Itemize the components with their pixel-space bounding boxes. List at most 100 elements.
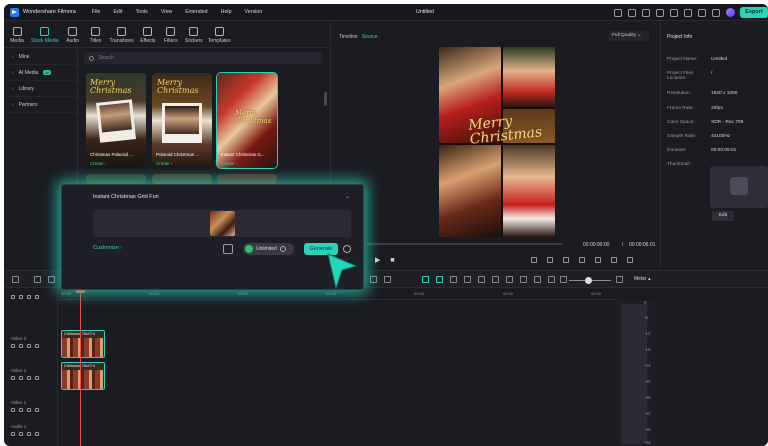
tab-stock-media[interactable]: Stock Media (31, 27, 59, 47)
undo-icon[interactable] (48, 276, 55, 283)
menu-edit[interactable]: Edit (113, 9, 122, 15)
fullscreen-icon[interactable] (627, 257, 633, 263)
settings-icon[interactable] (712, 8, 720, 17)
uploaded-photo[interactable] (210, 211, 235, 236)
create-link[interactable]: Create › (221, 161, 237, 166)
lock-icon[interactable] (19, 344, 23, 348)
menu-help[interactable]: Help (221, 9, 232, 15)
link-icon[interactable] (384, 276, 391, 283)
video-clip[interactable]: Christmas Grid Fu (61, 330, 105, 358)
snapshot-icon[interactable] (595, 257, 601, 263)
zoom-slider-knob[interactable] (585, 277, 592, 284)
feedback-icon[interactable] (628, 8, 636, 17)
tab-stickers[interactable]: Stickers (185, 27, 203, 47)
stop-icon[interactable]: ■ (390, 257, 394, 264)
play-icon[interactable]: ▶ (375, 257, 380, 264)
eye-icon[interactable] (35, 408, 39, 412)
export-button[interactable]: Export (740, 7, 768, 18)
microphone-icon[interactable] (506, 276, 513, 283)
replace-media-icon[interactable] (223, 244, 233, 254)
menu-tools[interactable]: Tools (135, 9, 147, 15)
menu-version[interactable]: Version (245, 9, 263, 15)
folder-icon[interactable] (11, 376, 15, 380)
cloud-sync-icon[interactable] (684, 8, 692, 17)
template-card-selected[interactable]: Merry Christmas Instant Christmas G... C… (216, 72, 278, 169)
zoom-out-icon[interactable] (560, 276, 567, 283)
tab-media[interactable]: Media (8, 27, 26, 47)
tab-timeline[interactable]: Timeline (339, 34, 358, 40)
playhead[interactable] (80, 291, 81, 446)
cloud-icon[interactable] (614, 8, 622, 17)
chevron-down-icon[interactable]: ⌄ (345, 193, 350, 200)
image-icon[interactable] (534, 276, 541, 283)
sidebar-item-ai-media[interactable]: › AI Media AI (4, 65, 77, 81)
split-audio-icon[interactable] (370, 276, 377, 283)
create-link[interactable]: Create › (156, 161, 172, 166)
prev-frame-icon[interactable] (531, 257, 537, 263)
next-frame-icon[interactable] (547, 257, 553, 263)
create-link[interactable]: Create › (90, 161, 106, 166)
template-card[interactable] (86, 174, 146, 184)
folder-icon[interactable] (11, 344, 15, 348)
voiceover-icon[interactable] (520, 276, 527, 283)
save-icon[interactable] (642, 8, 650, 17)
sidebar-item-mine[interactable]: › Mine (4, 49, 77, 65)
video-clip[interactable]: Christmas Grid Fu (61, 362, 105, 390)
media-scrollbar[interactable] (324, 92, 327, 106)
eye-icon[interactable] (35, 376, 39, 380)
preview-progress-bar[interactable] (367, 243, 562, 245)
lock-icon[interactable] (19, 432, 23, 436)
display-icon[interactable] (563, 257, 569, 263)
ripple-icon[interactable] (450, 276, 457, 283)
snap-icon[interactable] (436, 276, 443, 283)
lock-icon[interactable] (19, 376, 23, 380)
zoom-icon[interactable] (579, 257, 585, 263)
monitor-icon[interactable] (670, 8, 678, 17)
edit-thumbnail-button[interactable]: Edit (712, 211, 734, 221)
popup-media-area[interactable] (93, 210, 351, 237)
tab-effects[interactable]: Effects (139, 27, 157, 47)
eye-icon[interactable] (35, 432, 39, 436)
mute-icon[interactable] (27, 344, 31, 348)
tab-audio[interactable]: Audio (64, 27, 82, 47)
tab-source[interactable]: Source (362, 34, 378, 40)
zoom-in-icon[interactable] (616, 276, 623, 283)
mute-icon[interactable] (27, 432, 31, 436)
subtitle-icon[interactable] (548, 276, 555, 283)
add-track-icon[interactable] (11, 295, 15, 299)
tab-templates[interactable]: Templates (208, 27, 231, 47)
menu-file[interactable]: File (92, 9, 101, 15)
link-icon[interactable] (27, 295, 31, 299)
layout-icon[interactable] (12, 276, 19, 283)
layout-icon[interactable] (656, 8, 664, 17)
folder-icon[interactable] (11, 432, 15, 436)
template-card[interactable] (152, 174, 212, 184)
shield-icon[interactable] (492, 276, 499, 283)
meter-toggle[interactable]: Meter ▴ (634, 276, 651, 282)
help-icon[interactable] (279, 246, 286, 252)
template-card[interactable]: Merry Christmas Polaroid Christmas ... C… (152, 73, 212, 168)
render-icon[interactable] (464, 276, 471, 283)
select-icon[interactable] (34, 276, 41, 283)
customize-link[interactable]: Customize › (93, 245, 122, 251)
avatar[interactable] (726, 8, 735, 17)
ai-generate-icon[interactable] (422, 276, 429, 283)
lock-icon[interactable] (35, 295, 39, 299)
search-input[interactable]: Search (84, 52, 322, 64)
template-card[interactable] (217, 174, 277, 184)
template-card[interactable]: Merry Christmas Christmas Polaroid ... C… (86, 73, 146, 168)
magnet-icon[interactable] (19, 295, 23, 299)
mark-icon[interactable] (478, 276, 485, 283)
eye-icon[interactable] (35, 344, 39, 348)
download-icon[interactable] (698, 8, 706, 17)
tab-titles[interactable]: Titles (87, 27, 105, 47)
quality-dropdown[interactable]: Full Quality ⌄ (609, 31, 649, 41)
tab-transitions[interactable]: Transitions (110, 27, 134, 47)
volume-icon[interactable] (611, 257, 617, 263)
lock-icon[interactable] (19, 408, 23, 412)
folder-icon[interactable] (11, 408, 15, 412)
sidebar-item-library[interactable]: › Library (4, 81, 77, 97)
menu-view[interactable]: View (161, 9, 172, 15)
menu-extended[interactable]: Extended (185, 9, 207, 15)
mute-icon[interactable] (27, 376, 31, 380)
